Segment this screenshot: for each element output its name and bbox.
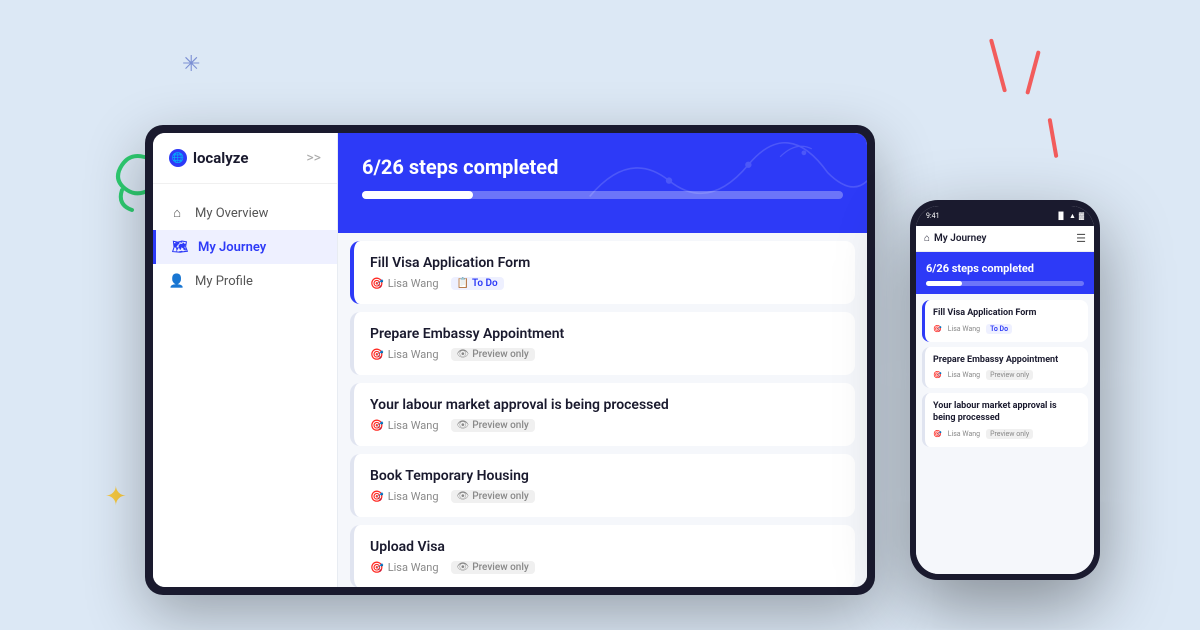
task-assignee-0: 🎯 Lisa Wang xyxy=(370,277,439,290)
task-assignee-1: 🎯 Lisa Wang xyxy=(370,348,439,361)
map-icon: 🗺 xyxy=(172,239,188,255)
task-meta-2: 🎯 Lisa Wang 👁 Preview only xyxy=(370,419,839,432)
avatar-icon-1: 🎯 xyxy=(370,348,384,361)
task-assignee-4: 🎯 Lisa Wang xyxy=(370,561,439,574)
mobile-avatar-2: 🎯 xyxy=(933,430,942,438)
task-title-4: Upload Visa xyxy=(370,539,839,555)
collapse-button[interactable]: >> xyxy=(306,150,321,166)
mobile-task-meta-1: 🎯 Lisa Wang Preview only xyxy=(933,370,1080,380)
sidebar-nav: ⌂ My Overview 🗺 My Journey 👤 My Profile xyxy=(153,184,337,310)
sidebar-logo: 🌐 localyze >> xyxy=(153,149,337,184)
mobile-time: 9:41 xyxy=(926,212,940,220)
app-logo: 🌐 localyze xyxy=(169,149,248,167)
preview-icon-4: 👁 xyxy=(457,562,470,573)
mobile-badge-0: To Do xyxy=(986,324,1012,334)
deco-star-1: ✦ xyxy=(105,482,127,512)
mobile-status-bar: 9:41 ▐▌ ▲ ▓ xyxy=(916,206,1094,226)
hamburger-button[interactable]: ☰ xyxy=(1076,232,1086,245)
battery-icon: ▓ xyxy=(1079,212,1084,220)
mobile-inner: 9:41 ▐▌ ▲ ▓ ⌂ My Journey ☰ 6/26 steps co… xyxy=(916,206,1094,574)
preview-icon-2: 👁 xyxy=(457,420,470,431)
tablet-mockup: 🌐 localyze >> ⌂ My Overview 🗺 My Journey… xyxy=(145,125,875,595)
main-content: 6/26 steps completed Fill Visa Applicati… xyxy=(338,133,867,587)
tablet-inner: 🌐 localyze >> ⌂ My Overview 🗺 My Journey… xyxy=(153,133,867,587)
deco-line-1 xyxy=(989,38,1007,92)
mobile-mockup: 9:41 ▐▌ ▲ ▓ ⌂ My Journey ☰ 6/26 steps co… xyxy=(910,200,1100,580)
avatar-icon-4: 🎯 xyxy=(370,561,384,574)
task-item-0[interactable]: Fill Visa Application Form 🎯 Lisa Wang 📋… xyxy=(350,241,855,304)
task-item-2[interactable]: Your labour market approval is being pro… xyxy=(350,383,855,446)
task-meta-0: 🎯 Lisa Wang 📋 To Do xyxy=(370,277,839,290)
avatar-icon-2: 🎯 xyxy=(370,419,384,432)
sidebar-label-profile: My Profile xyxy=(195,274,253,289)
task-assignee-3: 🎯 Lisa Wang xyxy=(370,490,439,503)
mobile-avatar-0: 🎯 xyxy=(933,325,942,333)
mobile-avatar-1: 🎯 xyxy=(933,371,942,379)
progress-bar xyxy=(362,191,843,199)
task-badge-0: 📋 To Do xyxy=(451,277,504,290)
sidebar-item-overview[interactable]: ⌂ My Overview xyxy=(153,196,337,230)
mobile-badge-2: Preview only xyxy=(986,429,1033,439)
progress-bar-fill xyxy=(362,191,473,199)
mobile-task-meta-0: 🎯 Lisa Wang To Do xyxy=(933,324,1080,334)
mobile-progress-fill xyxy=(926,281,962,286)
task-title-1: Prepare Embassy Appointment xyxy=(370,326,839,342)
deco-line-3 xyxy=(1048,118,1059,158)
mobile-task-item-2[interactable]: Your labour market approval is being pro… xyxy=(922,393,1088,446)
preview-icon-1: 👁 xyxy=(457,349,470,360)
app-name: localyze xyxy=(193,149,248,167)
mobile-header-banner: 6/26 steps completed xyxy=(916,252,1094,294)
header-banner: 6/26 steps completed xyxy=(338,133,867,233)
task-badge-3: 👁 Preview only xyxy=(451,490,535,503)
task-meta-1: 🎯 Lisa Wang 👁 Preview only xyxy=(370,348,839,361)
mobile-task-item-0[interactable]: Fill Visa Application Form 🎯 Lisa Wang T… xyxy=(922,300,1088,342)
avatar-icon-0: 🎯 xyxy=(370,277,384,290)
task-list: Fill Visa Application Form 🎯 Lisa Wang 📋… xyxy=(338,233,867,587)
sidebar-label-journey: My Journey xyxy=(198,240,266,255)
task-title-0: Fill Visa Application Form xyxy=(370,255,839,271)
signal-icon: ▐▌ xyxy=(1056,212,1066,220)
task-title-2: Your labour market approval is being pro… xyxy=(370,397,839,413)
preview-icon-3: 👁 xyxy=(457,491,470,502)
mobile-progress-bar xyxy=(926,281,1084,286)
deco-asterisk: ✳ xyxy=(182,52,200,77)
mobile-task-title-2: Your labour market approval is being pro… xyxy=(933,401,1080,424)
mobile-badge-1: Preview only xyxy=(986,370,1033,380)
task-meta-3: 🎯 Lisa Wang 👁 Preview only xyxy=(370,490,839,503)
mobile-progress-title: 6/26 steps completed xyxy=(926,262,1084,275)
task-badge-2: 👁 Preview only xyxy=(451,419,535,432)
wifi-icon: ▲ xyxy=(1069,212,1076,220)
mobile-task-title-1: Prepare Embassy Appointment xyxy=(933,355,1080,367)
task-item-4[interactable]: Upload Visa 🎯 Lisa Wang 👁 Preview only xyxy=(350,525,855,587)
user-icon: 👤 xyxy=(169,273,185,289)
task-item-1[interactable]: Prepare Embassy Appointment 🎯 Lisa Wang … xyxy=(350,312,855,375)
mobile-status-icons: ▐▌ ▲ ▓ xyxy=(1056,212,1084,220)
mobile-task-meta-2: 🎯 Lisa Wang Preview only xyxy=(933,429,1080,439)
task-badge-1: 👁 Preview only xyxy=(451,348,535,361)
task-item-3[interactable]: Book Temporary Housing 🎯 Lisa Wang 👁 Pre… xyxy=(350,454,855,517)
sidebar-item-profile[interactable]: 👤 My Profile xyxy=(153,264,337,298)
task-title-3: Book Temporary Housing xyxy=(370,468,839,484)
avatar-icon-3: 🎯 xyxy=(370,490,384,503)
mobile-task-title-0: Fill Visa Application Form xyxy=(933,308,1080,320)
sidebar-label-overview: My Overview xyxy=(195,206,268,221)
mobile-task-list: Fill Visa Application Form 🎯 Lisa Wang T… xyxy=(916,294,1094,574)
deco-line-2 xyxy=(1025,50,1041,95)
progress-title: 6/26 steps completed xyxy=(362,155,843,179)
home-icon: ⌂ xyxy=(169,205,185,221)
mobile-nav: ⌂ My Journey ☰ xyxy=(916,226,1094,252)
mobile-home-icon: ⌂ xyxy=(924,233,930,244)
task-meta-4: 🎯 Lisa Wang 👁 Preview only xyxy=(370,561,839,574)
globe-icon: 🌐 xyxy=(169,149,187,167)
todo-icon-0: 📋 xyxy=(457,278,469,289)
task-assignee-2: 🎯 Lisa Wang xyxy=(370,419,439,432)
sidebar: 🌐 localyze >> ⌂ My Overview 🗺 My Journey… xyxy=(153,133,338,587)
sidebar-item-journey[interactable]: 🗺 My Journey xyxy=(153,230,337,264)
mobile-task-item-1[interactable]: Prepare Embassy Appointment 🎯 Lisa Wang … xyxy=(922,347,1088,389)
task-badge-4: 👁 Preview only xyxy=(451,561,535,574)
mobile-nav-title: ⌂ My Journey xyxy=(924,233,987,244)
